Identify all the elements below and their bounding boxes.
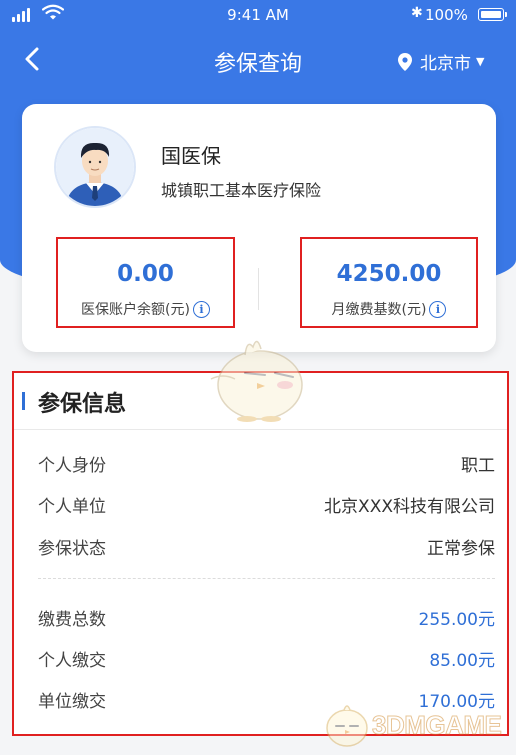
city-selector[interactable]: 北京市 ▼: [398, 49, 484, 74]
info-icon[interactable]: i: [192, 300, 210, 318]
dropdown-caret-icon: ▼: [476, 55, 485, 68]
battery-icon: [478, 8, 507, 21]
dashed-divider: [38, 578, 495, 579]
payment-value: 85.00元: [429, 651, 495, 671]
account-balance-value: 0.00: [117, 261, 174, 287]
payment-key: 缴费总数: [38, 610, 106, 630]
info-key: 个人单位: [38, 497, 106, 517]
insurance-info-section: 参保信息 个人身份 职工 个人单位 北京XXX科技有限公司 参保状态 正常参保 …: [12, 371, 509, 736]
mascot-watermark-icon: [210, 340, 303, 422]
info-value: 北京XXX科技有限公司: [324, 497, 495, 517]
battery-percent: 100%: [425, 6, 468, 24]
section-accent-bar: [22, 392, 25, 410]
site-watermark: 3DMGAME: [322, 700, 512, 750]
account-balance-stat: 0.00 医保账户余额(元) i: [56, 237, 235, 328]
info-key: 个人身份: [38, 456, 106, 476]
stat-divider: [258, 268, 259, 310]
nav-bar: 参保查询 北京市 ▼: [0, 38, 516, 82]
section-title: 参保信息: [38, 392, 127, 417]
payment-row-total: 缴费总数 255.00元: [38, 605, 495, 630]
monthly-base-value: 4250.00: [336, 261, 442, 287]
info-value: 职工: [461, 456, 495, 476]
monthly-base-label: 月缴费基数(元): [331, 302, 427, 318]
bluetooth-icon: ✱: [411, 5, 423, 21]
location-pin-icon: [398, 52, 412, 71]
city-label: 北京市: [420, 54, 471, 74]
payment-key: 个人缴交: [38, 651, 106, 671]
payment-value: 255.00元: [418, 610, 495, 630]
account-balance-label: 医保账户余额(元): [81, 302, 190, 318]
avatar: [54, 126, 136, 208]
insurance-type: 城镇职工基本医疗保险: [161, 181, 322, 200]
person-avatar-icon: [56, 128, 134, 206]
payment-row-personal: 个人缴交 85.00元: [38, 646, 495, 671]
status-bar: 9:41 AM ✱ 100%: [0, 0, 516, 30]
info-icon[interactable]: i: [429, 300, 447, 318]
user-name: 国医保: [161, 144, 221, 168]
info-row-status: 参保状态 正常参保: [38, 534, 495, 559]
chick-logo-icon: [326, 705, 368, 747]
payment-key: 单位缴交: [38, 692, 106, 712]
info-value: 正常参保: [427, 539, 495, 559]
monthly-base-stat: 4250.00 月缴费基数(元) i: [300, 237, 478, 328]
profile-card: 国医保 城镇职工基本医疗保险 0.00 医保账户余额(元) i 4250.00 …: [22, 104, 496, 352]
info-key: 参保状态: [38, 539, 106, 559]
watermark-text: 3DMGAME: [371, 710, 502, 741]
info-row-identity: 个人身份 职工: [38, 451, 495, 476]
info-row-employer: 个人单位 北京XXX科技有限公司: [38, 492, 495, 517]
